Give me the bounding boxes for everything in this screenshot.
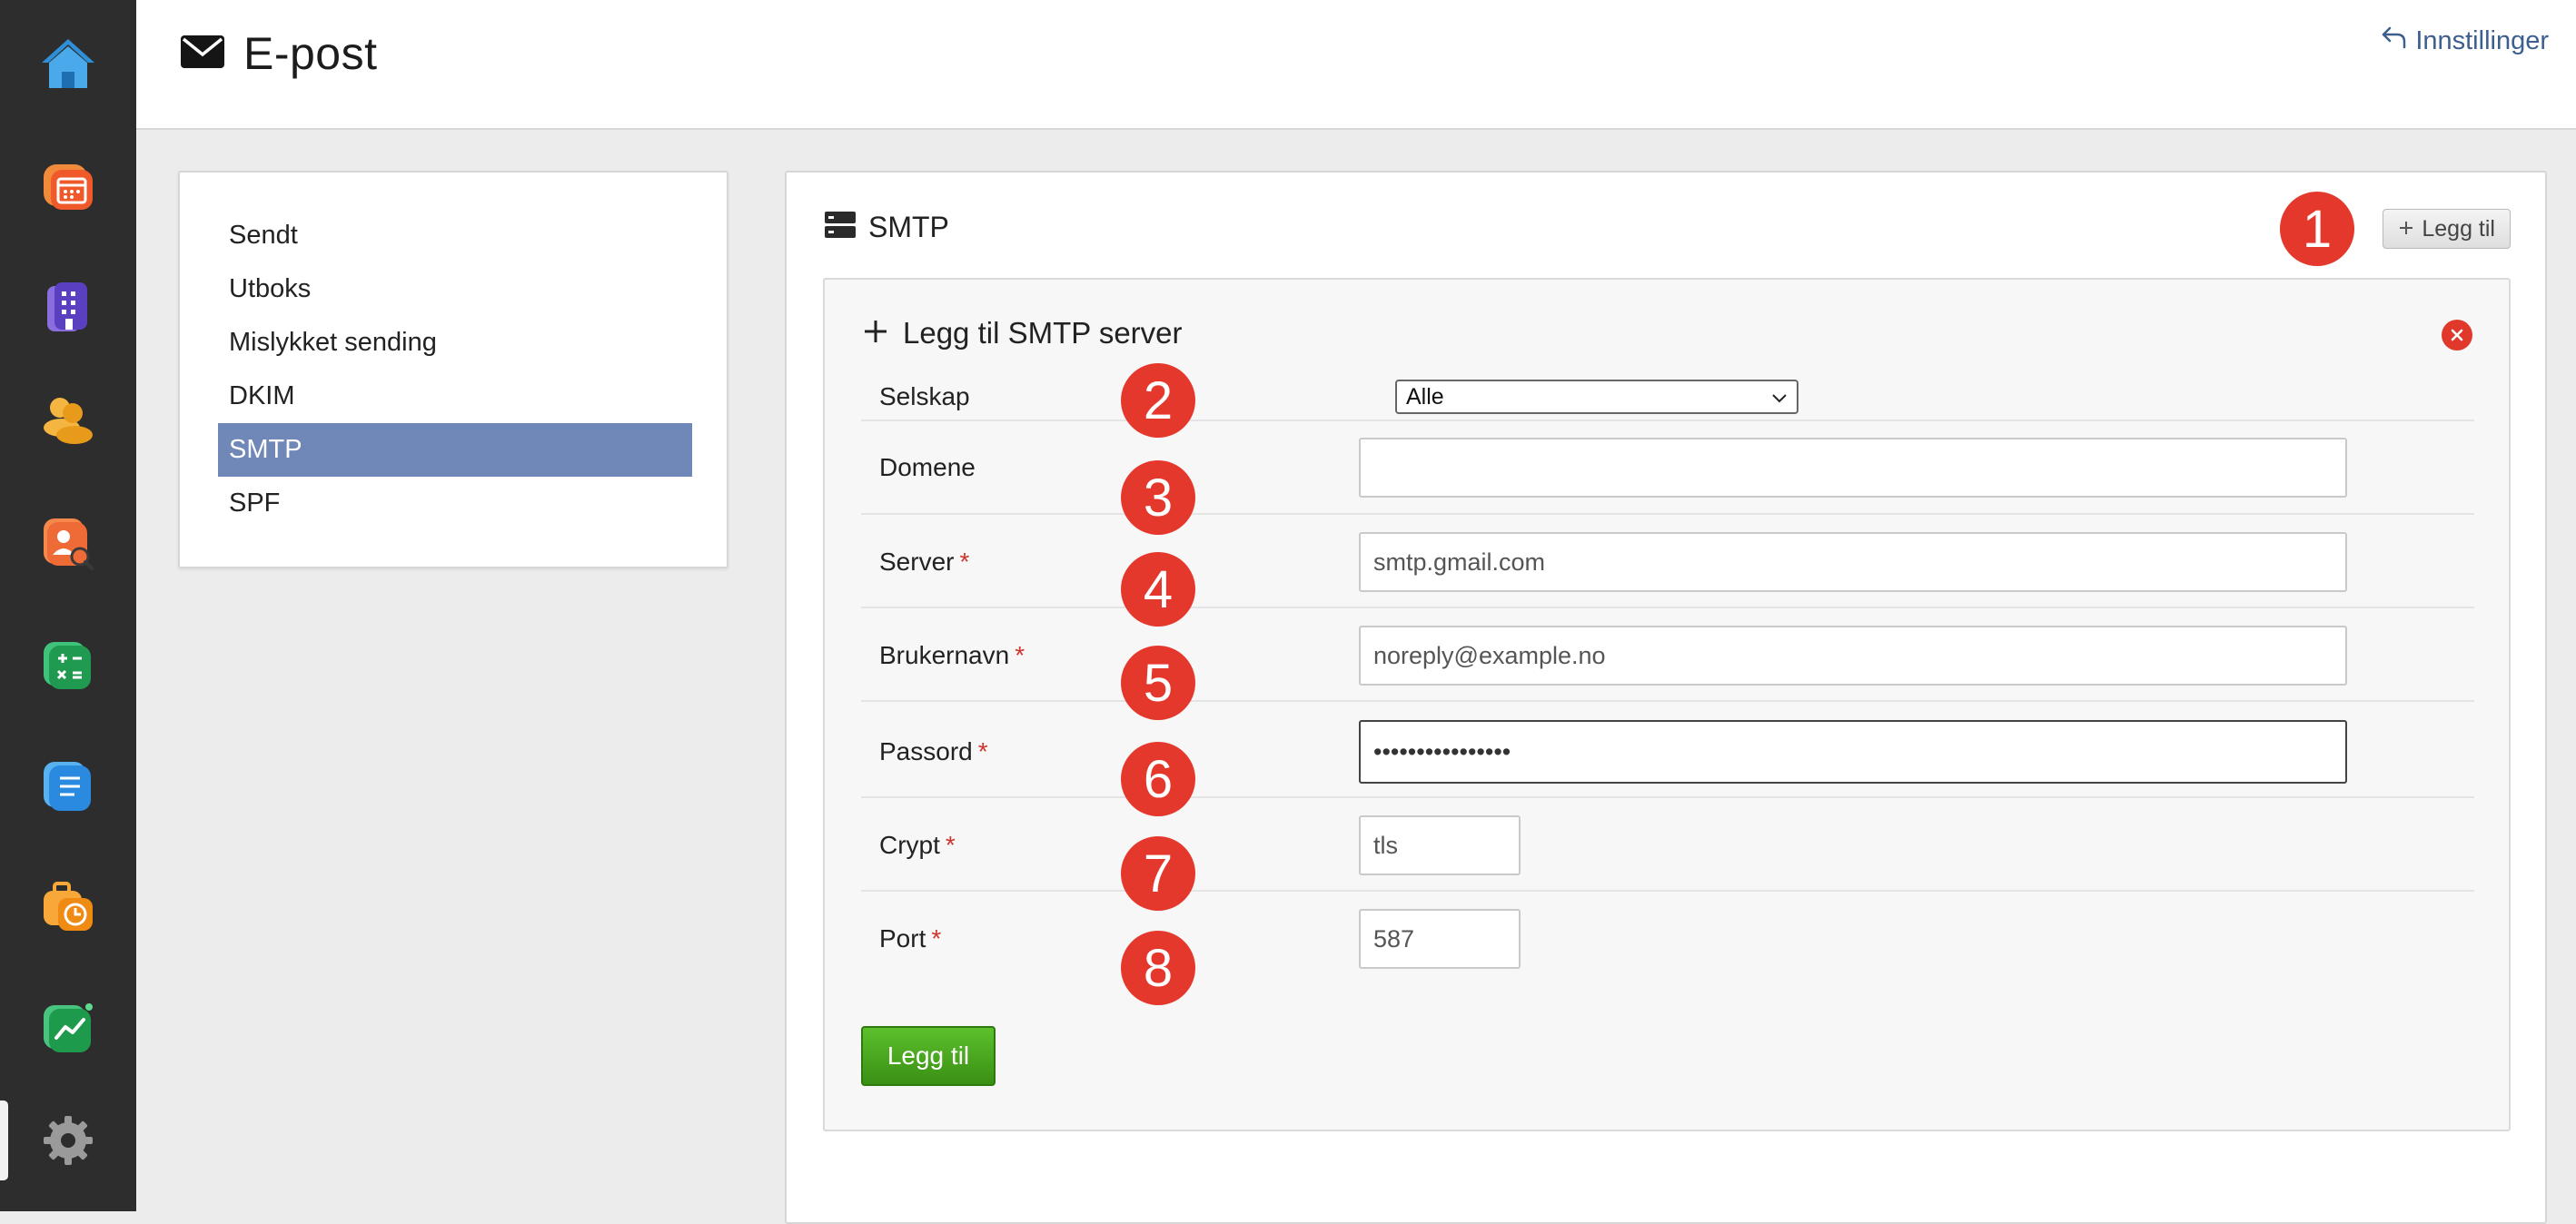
step-marker-8: 8 [1121, 931, 1195, 1005]
company-label: Selskap [879, 382, 970, 410]
settings-link-label: Innstillinger [2415, 25, 2549, 55]
page-title: E-post [243, 28, 378, 79]
card-title: SMTP [868, 211, 949, 243]
required-mark: * [1015, 641, 1025, 669]
add-smtp-form: Legg til SMTP server Selskap Alle Domene… [823, 278, 2511, 1131]
page-header: E-post Innstillinger [136, 0, 2576, 130]
form-row-domain: Domene [861, 421, 2474, 515]
people-icon[interactable] [30, 381, 106, 458]
company-select-value: Alle [1406, 384, 1444, 410]
chart-icon[interactable] [30, 988, 106, 1064]
step-marker-5: 5 [1121, 646, 1195, 720]
smtp-card: SMTP Legg til Legg til SMTP server Selsk… [785, 171, 2547, 1224]
add-smtp-button[interactable]: Legg til [2383, 209, 2511, 249]
step-marker-2: 2 [1121, 363, 1195, 438]
domain-input[interactable] [1359, 438, 2347, 498]
home-icon[interactable] [30, 25, 106, 102]
app-rail [0, 0, 136, 1211]
username-label: Brukernavn * [879, 641, 1025, 669]
company-select[interactable]: Alle [1395, 380, 1798, 414]
step-marker-3: 3 [1121, 460, 1195, 535]
password-label: Passord * [879, 737, 988, 765]
nav-item-spf[interactable]: SPF [218, 477, 692, 530]
crypt-label: Crypt * [879, 831, 956, 859]
form-row-server: Server * smtp.gmail.com [861, 515, 2474, 608]
domain-label: Domene [879, 453, 976, 481]
calculator-icon[interactable] [30, 627, 106, 703]
port-input[interactable]: 587 [1359, 909, 1521, 969]
nav-item-smtp[interactable]: SMTP [218, 423, 692, 477]
password-input[interactable]: •••••••••••••••• [1359, 720, 2347, 784]
nav-item-dkim[interactable]: DKIM [218, 370, 692, 423]
server-label: Server * [879, 548, 970, 576]
briefcase-clock-icon[interactable] [30, 866, 106, 943]
nav-item-outbox[interactable]: Utboks [218, 262, 692, 316]
form-row-crypt: Crypt * tls [861, 798, 2474, 892]
step-marker-1: 1 [2280, 192, 2354, 266]
nav-item-failed[interactable]: Mislykket sending [218, 316, 692, 370]
calendar-icon[interactable] [30, 147, 106, 223]
required-mark: * [959, 548, 970, 576]
document-icon[interactable] [30, 746, 106, 823]
form-row-password: Passord * •••••••••••••••• [861, 702, 2474, 798]
port-label: Port * [879, 924, 942, 953]
server-icon [825, 212, 856, 243]
required-mark: * [945, 831, 956, 859]
username-input[interactable]: noreply@example.no [1359, 626, 2347, 686]
submit-button[interactable]: Legg til [861, 1026, 996, 1086]
settings-link[interactable]: Innstillinger [2381, 25, 2549, 56]
required-mark: * [977, 737, 988, 765]
building-icon[interactable] [30, 269, 106, 345]
gear-icon[interactable] [30, 1102, 106, 1179]
required-mark: * [931, 924, 942, 953]
step-marker-4: 4 [1121, 552, 1195, 627]
envelope-icon [180, 35, 225, 74]
person-search-icon[interactable] [30, 505, 106, 581]
step-marker-7: 7 [1121, 836, 1195, 911]
form-row-company: Selskap Alle [861, 340, 2474, 421]
form-row-port: Port * 587 [861, 892, 2474, 985]
crypt-input[interactable]: tls [1359, 815, 1521, 875]
nav-item-sent[interactable]: Sendt [218, 209, 692, 262]
step-marker-6: 6 [1121, 742, 1195, 816]
back-arrow-icon [2381, 25, 2406, 56]
form-row-username: Brukernavn * noreply@example.no [861, 608, 2474, 702]
email-nav-panel: Sendt Utboks Mislykket sending DKIM SMTP… [178, 171, 728, 568]
server-input[interactable]: smtp.gmail.com [1359, 532, 2347, 592]
plus-icon [2398, 216, 2414, 242]
add-smtp-button-label: Legg til [2422, 215, 2495, 242]
rail-active-marker [0, 1101, 8, 1180]
chevron-down-icon [1771, 381, 1788, 412]
